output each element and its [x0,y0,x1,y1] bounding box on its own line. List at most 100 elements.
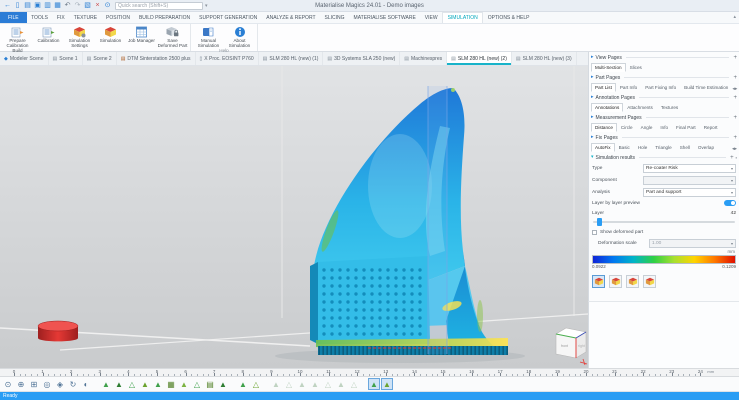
open-folder-icon[interactable]: ▤ [23,1,32,11]
fix-wizard-icon[interactable]: ▲ [270,378,282,390]
undo-icon[interactable]: ↶ [63,1,72,11]
panel-tab-textures[interactable]: Textures [657,103,682,112]
ribbon-tab-file[interactable]: FILE [0,12,27,23]
sim-view-support-button[interactable] [626,275,639,288]
scene-tab-x-proc-eosint-p760[interactable]: ▯X Proc. EOSINT P760 [196,52,259,65]
panel-tab-annotations[interactable]: Annotations [591,103,623,112]
panel-tab-hole[interactable]: Hole [634,143,651,152]
zoom-in-icon[interactable]: ⊕ [15,378,27,390]
panel-tab-autofix[interactable]: AutoFix [591,143,615,152]
panel-tab-part-fixing-info[interactable]: Part Fixing Info [641,83,680,92]
panel-tab-triangle[interactable]: Triangle [651,143,675,152]
analysis-select[interactable]: Part and support▾ [643,188,736,197]
tab-scroll-icons[interactable]: ◂▸ [732,146,737,152]
scene-tab-slm-280-hl-new-3[interactable]: ▤SLM 280 HL (new) (3) [512,52,577,65]
fix-holes-icon[interactable]: ▲ [309,378,321,390]
simulation-view-icon[interactable]: ▲ [368,378,380,390]
layer-slider[interactable] [593,218,735,226]
panel-tab-build-time-estimation[interactable]: Build Time Estimation [680,83,732,92]
scale-part-icon[interactable]: ▲ [139,378,151,390]
deformation-scale-select[interactable]: 1.00▾ [649,239,736,248]
ribbon-tab-support-generation[interactable]: SUPPORT GENERATION [195,12,262,23]
panel-section-header-measurement-pages[interactable]: ▸Measurement Pages+ [591,113,737,122]
panel-section-header-view-pages[interactable]: ▸View Pages+ [591,53,737,62]
panel-tab-part-list[interactable]: Part List [591,83,616,92]
ribbon-tab-fix[interactable]: FIX [52,12,69,23]
fix-triangles-icon[interactable]: △ [322,378,334,390]
sim-view-platform-button[interactable] [592,275,605,288]
scene-tab-scene-2[interactable]: ▤Scene 2 [83,52,117,65]
panel-tab-circle[interactable]: Circle [617,123,637,132]
save-icon[interactable]: ▣ [33,1,42,11]
translate-part-icon[interactable]: ▲ [113,378,125,390]
mirror-part-icon[interactable]: ▲ [152,378,164,390]
panel-tab-attachments[interactable]: Attachments [623,103,657,112]
panel-tab-overlap[interactable]: Overlap [694,143,718,152]
simulation-results-header[interactable]: ▾Simulation results+▪ [591,153,737,162]
quick-search-caret-icon[interactable]: ▾ [205,3,208,9]
section-expand-icon[interactable]: ▸ [591,135,594,140]
ribbon-tab-materialise-software[interactable]: MATERIALISE SOFTWARE [349,12,420,23]
screenshot-icon[interactable]: ▧ [83,1,92,11]
ribbon-tab-analyze-report[interactable]: ANALYZE & REPORT [262,12,320,23]
pan-icon[interactable]: ◈ [54,378,66,390]
slider-handle[interactable] [597,218,602,226]
type-select[interactable]: Re-coater Risk▾ [643,164,736,173]
panel-tab-slices[interactable]: Slices [626,63,646,72]
scene-tab-dtm-sinterstation-2500-plus[interactable]: ▤DTM Sinterstation 2500 plus [117,52,196,65]
fix-stitch-icon[interactable]: ▲ [296,378,308,390]
ribbon-button-simulation[interactable]: Simulation [95,25,126,53]
zoom-icon[interactable]: ⊙ [2,378,14,390]
panel-tab-multi-section[interactable]: Multi-Section [591,63,626,72]
section-expand-icon[interactable]: ▸ [591,115,594,120]
section-expand-icon[interactable]: ▸ [591,75,594,80]
scene-tab-3d-systems-sla-250-new[interactable]: ▤3D Systems SLA 250 (new) [323,52,400,65]
cut-parts-icon[interactable]: △ [191,378,203,390]
section-add-icon[interactable]: + [733,115,737,121]
section-expand-icon[interactable]: ▸ [591,55,594,60]
section-add-icon[interactable]: + [733,135,737,141]
duplicate-part-icon[interactable]: ▦ [165,378,177,390]
panel-tab-part-info[interactable]: Part Info [616,83,641,92]
zoom-window-icon[interactable]: ⊞ [28,378,40,390]
section-add-icon[interactable]: + [730,155,734,161]
delete-icon[interactable]: × [93,1,102,11]
ribbon-tab-position[interactable]: POSITION [102,12,135,23]
section-collapse-icon[interactable]: ▾ [591,155,594,160]
section-add-icon[interactable]: + [733,95,737,101]
view-cube[interactable]: front right [556,328,587,365]
fix-shells-icon[interactable]: ▲ [335,378,347,390]
section-expand-icon[interactable]: ▸ [591,95,594,100]
measure-distance-icon[interactable]: ▲ [237,378,249,390]
scene-tab-machinespres[interactable]: ▤Machinespres [400,52,447,65]
simulation-section-icon[interactable]: ▲ [381,378,393,390]
ribbon-tab-tools[interactable]: TOOLS [27,12,53,23]
ribbon-button-save-deformed-part[interactable]: Save Deformed Part [157,25,188,53]
fix-normals-icon[interactable]: △ [283,378,295,390]
ribbon-tab-texture[interactable]: TEXTURE [69,12,101,23]
panel-section-header-annotation-pages[interactable]: ▸Annotation Pages+ [591,93,737,102]
ribbon-collapse-icon[interactable]: ▴ [733,14,736,20]
fix-overlaps-icon[interactable]: △ [348,378,360,390]
component-select[interactable]: ▾ [643,176,736,185]
export-part-icon[interactable]: ▦ [53,1,62,11]
zoom-fit-icon[interactable]: ◎ [41,378,53,390]
shaded-view-icon[interactable]: ◐ [80,378,92,390]
ribbon-button-calibration[interactable]: Calibration [33,25,64,53]
ribbon-tab-simulation[interactable]: SIMULATION [442,12,483,23]
quick-search-input[interactable]: Quick search (Shift+S) [115,2,203,10]
section-pin-icon[interactable]: ▪ [736,155,737,161]
scene-tab-scene-1[interactable]: ▤Scene 1 [49,52,83,65]
panel-tab-report[interactable]: Report [700,123,722,132]
panel-tab-info[interactable]: Info [656,123,672,132]
ribbon-button-prepare-calibration-build[interactable]: Prepare Calibration Build [2,25,33,53]
measure-angle-icon[interactable]: △ [250,378,262,390]
scene-tab-modeler-scene[interactable]: ◆Modeler Scene [0,52,49,65]
section-add-icon[interactable]: + [733,55,737,61]
sim-view-part-button[interactable] [609,275,622,288]
ribbon-button-simulation-settings[interactable]: Simulation Settings [64,25,95,53]
scene-tab-slm-280-hl-new-2[interactable]: ▤SLM 280 HL (new) (2) [447,52,512,65]
label-part-icon[interactable]: ▤ [204,378,216,390]
search-icon[interactable]: ⊙ [103,1,112,11]
show-deformed-checkbox[interactable] [592,230,597,235]
